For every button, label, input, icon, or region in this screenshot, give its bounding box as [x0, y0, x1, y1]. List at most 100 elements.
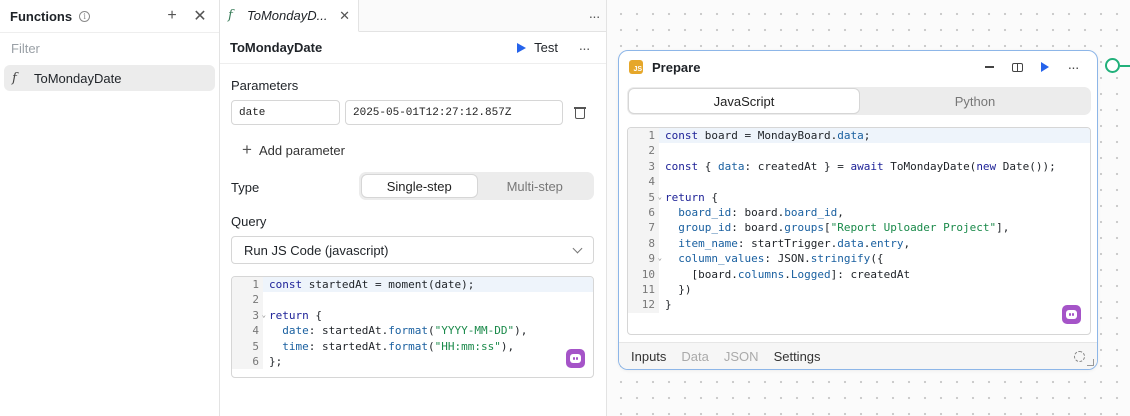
- node-header: JS Prepare ···: [619, 51, 1097, 83]
- filter-input[interactable]: [11, 41, 208, 56]
- line-number: 1: [232, 277, 263, 293]
- code-text: board_id: board.board_id,: [678, 205, 844, 219]
- chevron-down-icon: [572, 243, 583, 253]
- js-icon: JS: [629, 60, 643, 74]
- code-line: 12}: [628, 297, 1090, 313]
- parameters-label: Parameters: [231, 78, 299, 93]
- line-number: 10: [628, 266, 659, 282]
- code-line: 1 const startedAt = moment(date);: [232, 277, 593, 293]
- function-title: ToMondayDate: [230, 40, 323, 55]
- code-line: 5 ⌄ return {: [628, 189, 1090, 205]
- node-code-editor[interactable]: 1 const board = MondayBoard.data; 2 3 const…: [627, 127, 1091, 335]
- code-text: group_id: board.groups["Report Uploader …: [678, 221, 1010, 235]
- line-number: 5 ⌄: [628, 189, 662, 205]
- type-label: Type: [231, 180, 260, 195]
- code-line: 5 time: startedAt.format("HH:mm:ss"),: [232, 338, 593, 354]
- type-toggle: Single-step Multi-step: [359, 172, 594, 200]
- line-number: 3: [628, 158, 659, 175]
- play-icon: [1041, 62, 1049, 72]
- line-number: 8: [628, 235, 659, 252]
- code-text: const { data: createdAt } = await ToMond…: [665, 159, 1056, 173]
- line-number: 2: [232, 292, 263, 308]
- code-line: 3 ⌄ return {: [232, 307, 593, 324]
- line-number: 9 ⌄: [628, 251, 662, 267]
- query-label: Query: [231, 214, 267, 229]
- tab-inputs[interactable]: Inputs: [631, 349, 666, 364]
- loading-icon: [1074, 350, 1085, 362]
- function-code-editor[interactable]: 1 const startedAt = moment(date); 2 3 ⌄ retu…: [231, 276, 594, 378]
- fold-chevron-icon[interactable]: ⌄: [262, 308, 266, 323]
- info-icon[interactable]: i: [79, 10, 91, 22]
- code-text: return {: [269, 308, 322, 322]
- code-line: 7 group_id: board.groups["Report Uploade…: [628, 220, 1090, 236]
- functions-panel: Functions i + ✕ f ToMondayDate: [0, 0, 220, 416]
- functions-header: Functions i + ✕: [0, 0, 219, 32]
- code-line: 3 const { data: createdAt } = await ToMon…: [628, 158, 1090, 175]
- code-text: }: [665, 298, 672, 312]
- fold-chevron-icon[interactable]: ⌄: [658, 251, 662, 266]
- code-text: };: [269, 354, 283, 368]
- tab-json[interactable]: JSON: [724, 349, 759, 364]
- editor-header: ToMondayDate Test ···: [220, 32, 606, 64]
- code-text: [board.columns.Logged]: createdAt: [665, 267, 911, 281]
- tabbar-more-icon[interactable]: ···: [582, 0, 606, 31]
- code-line: 4: [628, 174, 1090, 190]
- line-number: 1: [628, 128, 659, 144]
- type-multi-step[interactable]: Multi-step: [478, 174, 593, 198]
- code-line: 4 date: startedAt.format("YYYY-MM-DD"),: [232, 323, 593, 339]
- param-name-input[interactable]: [231, 100, 340, 125]
- line-number: 4: [232, 323, 263, 339]
- parameter-row: [231, 100, 586, 125]
- function-item-label: ToMondayDate: [34, 70, 122, 86]
- minimize-button[interactable]: [975, 66, 1003, 68]
- tab-tomondaydate[interactable]: f ToMondayD... ✕: [220, 0, 359, 32]
- code-text: const startedAt = moment(date);: [269, 278, 475, 291]
- functions-title: Functions: [10, 8, 73, 24]
- language-toggle: JavaScript Python: [627, 87, 1091, 115]
- run-node-button[interactable]: [1031, 62, 1059, 72]
- node-more-icon[interactable]: ···: [1059, 59, 1087, 75]
- close-tab-icon[interactable]: ✕: [339, 8, 350, 24]
- function-item-tomondaydate[interactable]: f ToMondayDate: [4, 65, 215, 91]
- code-text: date: startedAt.format("YYYY-MM-DD"),: [282, 324, 528, 338]
- lang-python[interactable]: Python: [860, 88, 1090, 114]
- test-button[interactable]: Test: [517, 40, 558, 55]
- editor-more-icon[interactable]: ···: [572, 40, 596, 56]
- workflow-canvas[interactable]: JS Prepare ··· JavaScript Python 1 const …: [607, 0, 1130, 416]
- connector-line: [1120, 65, 1130, 67]
- function-icon: f: [228, 8, 233, 23]
- add-parameter-button[interactable]: + Add parameter: [242, 140, 345, 160]
- close-icon[interactable]: ✕: [191, 7, 209, 25]
- ai-assistant-icon[interactable]: [566, 349, 585, 368]
- function-editor: f ToMondayD... ✕ ··· ToMondayDate Test ·…: [220, 0, 607, 416]
- code-line: 11 }): [628, 281, 1090, 298]
- code-line: 9 ⌄ column_values: JSON.stringify({: [628, 251, 1090, 267]
- param-value-input[interactable]: [345, 100, 563, 125]
- split-view-button[interactable]: [1003, 62, 1031, 72]
- line-number: 12: [628, 297, 659, 313]
- resize-handle-icon[interactable]: [1087, 359, 1094, 366]
- tab-data[interactable]: Data: [681, 349, 708, 364]
- line-number: 4: [628, 174, 659, 190]
- tab-settings[interactable]: Settings: [774, 349, 821, 364]
- trash-icon[interactable]: [574, 106, 586, 119]
- lang-javascript[interactable]: JavaScript: [628, 88, 860, 114]
- functions-filter: [0, 32, 219, 64]
- line-number: 11: [628, 281, 659, 298]
- code-line: 2: [232, 292, 593, 308]
- fold-chevron-icon[interactable]: ⌄: [658, 190, 662, 205]
- test-label: Test: [534, 40, 558, 55]
- query-select[interactable]: Run JS Code (javascript): [231, 236, 594, 264]
- code-line: 10 [board.columns.Logged]: createdAt: [628, 266, 1090, 282]
- add-function-button[interactable]: +: [163, 7, 181, 25]
- ai-assistant-icon[interactable]: [1062, 305, 1081, 324]
- output-connector-handle[interactable]: [1105, 58, 1120, 73]
- code-text: column_values: JSON.stringify({: [678, 252, 884, 266]
- tab-bar: f ToMondayD... ✕ ···: [220, 0, 606, 32]
- type-single-step[interactable]: Single-step: [361, 174, 478, 198]
- code-line: 2: [628, 143, 1090, 159]
- line-number: 3 ⌄: [232, 307, 266, 324]
- node-prepare[interactable]: JS Prepare ··· JavaScript Python 1 const …: [618, 50, 1098, 370]
